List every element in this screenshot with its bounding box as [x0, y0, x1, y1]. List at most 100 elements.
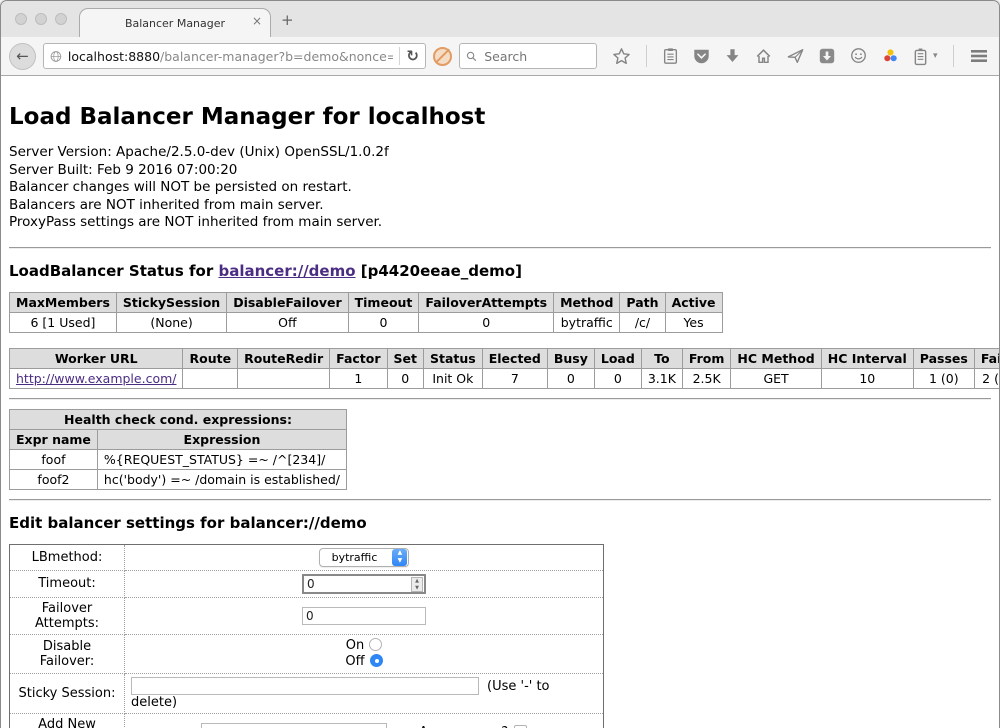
downloads-icon[interactable]	[724, 47, 741, 65]
minimize-window-button[interactable]	[35, 13, 47, 25]
cell-elected: 7	[482, 368, 547, 388]
tab-balancer-manager[interactable]: Balancer Manager ×	[79, 8, 271, 37]
toolbar-separator	[646, 45, 647, 67]
url-text[interactable]: localhost:8880/balancer-manager?b=demo&n…	[68, 49, 394, 64]
server-version-line: Server Version: Apache/2.5.0-dev (Unix) …	[9, 144, 991, 162]
browser-window: Balancer Manager × + ← localhost:8880/ba…	[0, 0, 1000, 728]
url-divider	[399, 47, 400, 65]
col-expression: Expression	[97, 429, 346, 449]
lbmethod-select[interactable]: bytraffic ▲▼	[319, 548, 410, 567]
radio-on[interactable]	[369, 638, 382, 651]
search-field[interactable]	[459, 43, 597, 69]
bookmark-star-icon[interactable]	[612, 47, 631, 66]
send-tab-icon[interactable]	[786, 47, 805, 65]
cell-routeredir	[238, 368, 330, 388]
content-blocked-icon[interactable]	[433, 47, 452, 66]
url-host: localhost:8880	[68, 49, 160, 64]
url-bar[interactable]: localhost:8880/balancer-manager?b=demo&n…	[43, 43, 426, 69]
col-hc-method: HC Method	[731, 348, 821, 368]
search-icon	[466, 50, 477, 63]
timeout-input[interactable]	[302, 574, 426, 594]
save-page-extension-icon[interactable]	[818, 47, 836, 65]
cell-from: 2.5K	[682, 368, 731, 388]
failover-attempts-label: Failover Attempts:	[10, 597, 125, 634]
battery-extension-icon[interactable]	[913, 47, 928, 66]
toolbar-icons: ▾	[612, 45, 1000, 67]
col-status: Status	[424, 348, 483, 368]
add-worker-row: Add New Worker: Are you sure?	[10, 713, 604, 728]
col-elected: Elected	[482, 348, 547, 368]
proxypass-note-line: ProxyPass settings are NOT inherited fro…	[9, 214, 991, 232]
balancer-link[interactable]: balancer://demo	[218, 262, 355, 280]
home-icon[interactable]	[754, 47, 773, 65]
select-stepper-icon: ▲▼	[392, 549, 407, 566]
close-window-button[interactable]	[15, 13, 27, 25]
worker-header-row: Worker URL Route RouteRedir Factor Set S…	[10, 348, 1000, 368]
add-worker-input[interactable]	[201, 723, 387, 728]
reading-list-icon[interactable]	[662, 47, 679, 65]
page-content: Load Balancer Manager for localhost Serv…	[1, 76, 999, 728]
col-routeredir: RouteRedir	[238, 348, 330, 368]
cell-route	[183, 368, 238, 388]
back-button[interactable]: ←	[9, 43, 36, 70]
server-built-line: Server Built: Feb 9 2016 07:00:20	[9, 162, 991, 180]
edit-balancer-form: LBmethod: bytraffic ▲▼ Timeout: ▲▼	[9, 544, 604, 728]
sticky-session-input[interactable]	[131, 677, 479, 695]
navigation-toolbar: ← localhost:8880/balancer-manager?b=demo…	[1, 37, 999, 76]
failover-attempts-input[interactable]	[302, 607, 426, 625]
reload-icon[interactable]: ↻	[406, 47, 419, 65]
sticky-session-cell: (Use '-' to delete)	[125, 673, 604, 713]
cell-factor: 1	[330, 368, 387, 388]
balancer-data-row: 6 [1 Used] (None) Off 0 0 bytraffic /c/ …	[10, 312, 723, 332]
disable-failover-cell: On Off	[125, 634, 604, 673]
col-set: Set	[387, 348, 423, 368]
col-hc-interval: HC Interval	[821, 348, 913, 368]
status-heading-suffix: [p4420eeae_demo]	[356, 262, 522, 280]
lbmethod-cell: bytraffic ▲▼	[125, 544, 604, 570]
are-you-sure-checkbox[interactable]	[514, 725, 527, 728]
tab-close-icon[interactable]: ×	[252, 15, 262, 27]
number-spinner-icon[interactable]: ▲▼	[411, 577, 423, 592]
new-tab-button[interactable]: +	[281, 13, 294, 28]
menu-hamburger-icon[interactable]	[969, 48, 989, 64]
cell-passes: 1 (0)	[913, 368, 974, 388]
zoom-window-button[interactable]	[55, 13, 67, 25]
disable-failover-label: Disable Failover:	[10, 634, 125, 673]
col-failoverattempts: FailoverAttempts	[419, 292, 554, 312]
col-active: Active	[665, 292, 722, 312]
health-check-table: Health check cond. expressions: Expr nam…	[9, 409, 347, 490]
inherit-note-line: Balancers are NOT inherited from main se…	[9, 197, 991, 215]
col-maxmembers: MaxMembers	[10, 292, 117, 312]
cell-method: bytraffic	[554, 312, 620, 332]
divider	[9, 398, 991, 400]
persist-note-line: Balancer changes will NOT be persisted o…	[9, 179, 991, 197]
cell-stickysession: (None)	[116, 312, 226, 332]
cell-expr-name: foof	[10, 449, 98, 469]
health-table-title: Health check cond. expressions:	[10, 409, 347, 429]
col-stickysession: StickySession	[116, 292, 226, 312]
cell-disablefailover: Off	[227, 312, 348, 332]
search-input[interactable]	[482, 48, 590, 65]
col-passes: Passes	[913, 348, 974, 368]
cell-to: 3.1K	[641, 368, 682, 388]
col-worker-url: Worker URL	[10, 348, 183, 368]
failover-attempts-row: Failover Attempts:	[10, 597, 604, 634]
pocket-icon[interactable]	[692, 47, 711, 65]
url-path: /balancer-manager?b=demo&nonce=decc37be-…	[160, 49, 393, 64]
cell-worker-url: http://www.example.com/	[10, 368, 183, 388]
chevron-down-icon[interactable]: ▾	[933, 51, 938, 61]
color-dots-extension-icon[interactable]	[881, 47, 900, 65]
health-row-foof: foof %{REQUEST_STATUS} =~ /^[234]/	[10, 449, 347, 469]
toolbar-separator-2	[953, 45, 954, 67]
divider	[9, 247, 991, 249]
radio-off[interactable]	[370, 654, 383, 667]
cell-failoverattempts: 0	[419, 312, 554, 332]
chat-smiley-icon[interactable]	[849, 47, 868, 65]
col-fails: Fails	[974, 348, 1000, 368]
page-title: Load Balancer Manager for localhost	[9, 104, 991, 130]
health-header-row: Expr name Expression	[10, 429, 347, 449]
worker-url-link[interactable]: http://www.example.com/	[16, 371, 176, 386]
balancer-header-row: MaxMembers StickySession DisableFailover…	[10, 292, 723, 312]
are-you-sure-label: Are you sure?	[419, 725, 508, 728]
cell-hc-interval: 10	[821, 368, 913, 388]
